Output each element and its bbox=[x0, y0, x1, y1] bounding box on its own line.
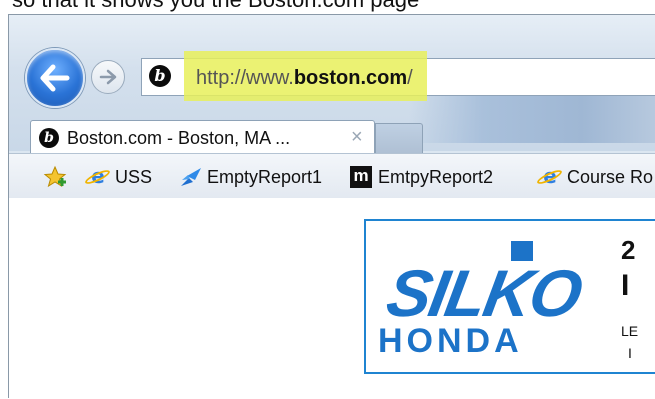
url-text[interactable]: http://www.boston.com/ bbox=[196, 65, 413, 91]
favorites-bar: e USS EmptyReport1 m EmtpyReport2 e Cour… bbox=[9, 153, 655, 199]
favorite-emtpyreport2[interactable]: m EmtpyReport2 bbox=[350, 164, 493, 190]
back-arrow-icon bbox=[40, 64, 70, 92]
url-prefix: http://www. bbox=[196, 67, 294, 89]
url-suffix: / bbox=[407, 67, 413, 89]
favorite-emptyreport1[interactable]: EmptyReport1 bbox=[179, 164, 322, 190]
ad-text-fragment-2: I bbox=[621, 269, 630, 302]
page-content: SILKO HONDA 2 I LE I bbox=[9, 198, 655, 399]
ad-text-fragment-3: LE bbox=[621, 323, 639, 339]
ie-icon: e bbox=[535, 166, 564, 188]
tab-title: Boston.com - Boston, MA ... bbox=[67, 128, 291, 148]
favorite-label: Course Ro bbox=[567, 166, 654, 187]
favorite-label: EmptyReport1 bbox=[207, 166, 323, 187]
forward-arrow-icon bbox=[99, 69, 117, 85]
title-bar-background bbox=[409, 93, 655, 143]
ad-text-fragment-1: 2 bbox=[621, 235, 636, 265]
ad-brand-silko: SILKO bbox=[381, 256, 587, 330]
site-favicon-icon: b bbox=[149, 65, 171, 87]
forward-button[interactable] bbox=[91, 60, 125, 94]
url-domain: boston.com bbox=[293, 67, 408, 89]
powerbi-icon bbox=[179, 166, 201, 188]
ad-text-fragment-4: I bbox=[628, 345, 632, 361]
favorite-course-ro[interactable]: e Course Ro bbox=[535, 164, 654, 190]
tab-close-icon[interactable]: × bbox=[351, 125, 363, 149]
instruction-caption: so that it shows you the Boston.com page bbox=[0, 0, 655, 13]
back-button[interactable] bbox=[25, 48, 85, 108]
favorite-label: EmtpyReport2 bbox=[378, 166, 494, 187]
favorite-uss[interactable]: e USS bbox=[83, 164, 153, 190]
m-icon: m bbox=[350, 166, 372, 188]
browser-window: b http://www.boston.com/ b Boston.com - … bbox=[8, 14, 655, 399]
tab-boston[interactable]: b Boston.com - Boston, MA ... × bbox=[30, 120, 375, 155]
ie-icon: e bbox=[83, 166, 112, 188]
silko-honda-ad[interactable]: SILKO HONDA 2 I LE I bbox=[364, 219, 655, 374]
ad-brand-honda: HONDA bbox=[378, 322, 523, 360]
star-add-icon bbox=[43, 165, 67, 188]
add-favorite-button[interactable] bbox=[43, 164, 67, 190]
favorite-label: USS bbox=[115, 166, 153, 187]
tab-favicon-icon: b bbox=[39, 128, 59, 148]
new-tab-button[interactable] bbox=[375, 123, 423, 155]
